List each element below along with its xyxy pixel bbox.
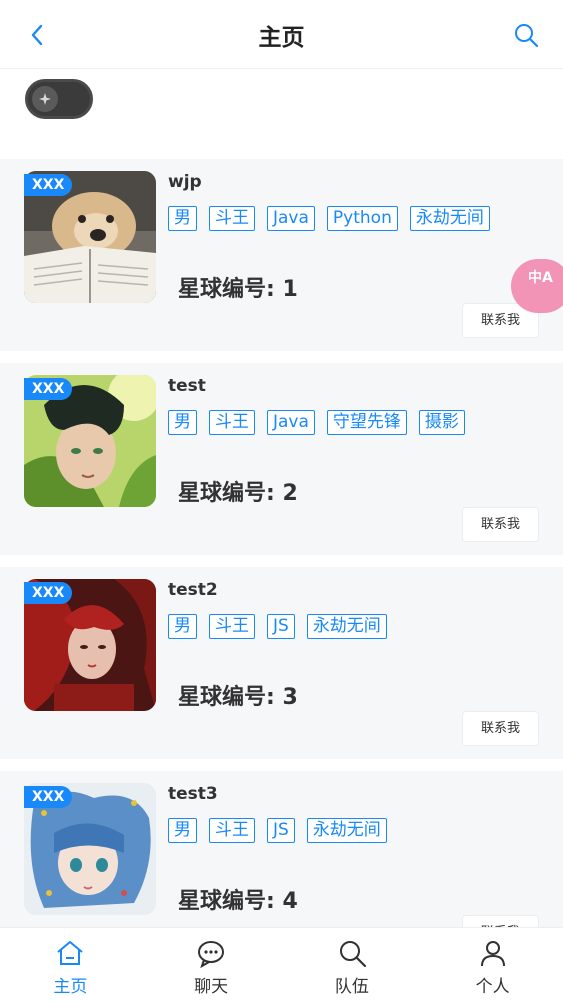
username: test3	[168, 784, 218, 804]
user-tag: 永劫无间	[306, 614, 387, 639]
tag-list: 男斗王 Java Python 永劫无间	[168, 206, 490, 231]
tag-list: 男斗王 JS 永劫无间	[168, 614, 387, 639]
username: wjp	[168, 172, 202, 192]
user-card[interactable]: XXX wjp 男斗王 Java Python 永劫无间 星球编号: 1 联系我	[0, 159, 563, 351]
user-tag: 男	[168, 614, 197, 639]
user-tag: 斗王	[209, 818, 255, 843]
nav-bar: 主页	[0, 0, 563, 69]
tag-list: 男斗王 JS 永劫无间	[168, 818, 387, 843]
star-number: 星球编号: 4	[178, 889, 298, 914]
user-tag: 永劫无间	[306, 818, 387, 843]
switch-knob	[32, 86, 58, 112]
user-tag: JS	[267, 818, 295, 843]
user-tag: 男	[168, 410, 197, 435]
user-tag: 斗王	[209, 614, 255, 639]
status-badge: XXX	[24, 582, 73, 604]
tab-chat[interactable]: 聊天	[141, 928, 282, 1001]
user-tag: Java	[267, 206, 315, 231]
user-tag: 男	[168, 206, 197, 231]
user-tag: 斗王	[209, 410, 255, 435]
contact-button[interactable]: 联系我	[462, 507, 539, 542]
chat-icon	[198, 941, 225, 968]
user-tag: 斗王	[209, 206, 255, 231]
status-badge: XXX	[24, 378, 73, 400]
star-number: 星球编号: 2	[178, 481, 298, 506]
tab-home[interactable]: 主页	[0, 928, 141, 1001]
user-tag: 永劫无间	[409, 206, 490, 231]
tag-list: 男斗王 Java 守望先锋 摄影	[168, 410, 465, 435]
page-title: 主页	[258, 25, 305, 51]
user-card[interactable]: XXX test2 男斗王 JS 永劫无间星球编号: 3 联系我	[0, 567, 563, 759]
star-number: 星球编号: 3	[178, 685, 298, 710]
tab-label: 个人	[475, 977, 510, 997]
home-icon	[57, 941, 84, 965]
username: test2	[168, 580, 218, 600]
tab-bar: 主页 聊天 队伍 个人	[0, 927, 563, 1001]
tab-user[interactable]: 个人	[422, 928, 563, 1001]
switch-toggle[interactable]	[25, 79, 93, 119]
tab-label: 聊天	[194, 977, 229, 997]
username: test	[168, 376, 206, 396]
user-card[interactable]: XXX test 男斗王 Java 守望先锋 摄影星球编号: 2 联系我	[0, 363, 563, 555]
user-tag: 守望先锋	[326, 410, 407, 435]
user-tag: Python	[326, 206, 398, 231]
user-tag: JS	[267, 614, 295, 639]
search-icon	[339, 941, 366, 968]
user-icon	[480, 941, 505, 967]
status-badge: XXX	[24, 174, 73, 196]
tab-label: 主页	[53, 977, 88, 997]
translate-icon: 中A	[528, 270, 553, 286]
status-badge: XXX	[24, 786, 73, 808]
user-tag: Java	[267, 410, 315, 435]
translate-float-button[interactable]: 中A	[511, 259, 563, 313]
tab-label: 队伍	[334, 977, 369, 997]
user-tag: 男	[168, 818, 197, 843]
tab-search[interactable]: 队伍	[282, 928, 423, 1001]
user-tag: 摄影	[418, 410, 465, 435]
sparkle-icon	[39, 93, 51, 105]
star-number: 星球编号: 1	[178, 277, 298, 302]
search-icon[interactable]	[513, 22, 539, 48]
contact-button[interactable]: 联系我	[462, 711, 539, 746]
